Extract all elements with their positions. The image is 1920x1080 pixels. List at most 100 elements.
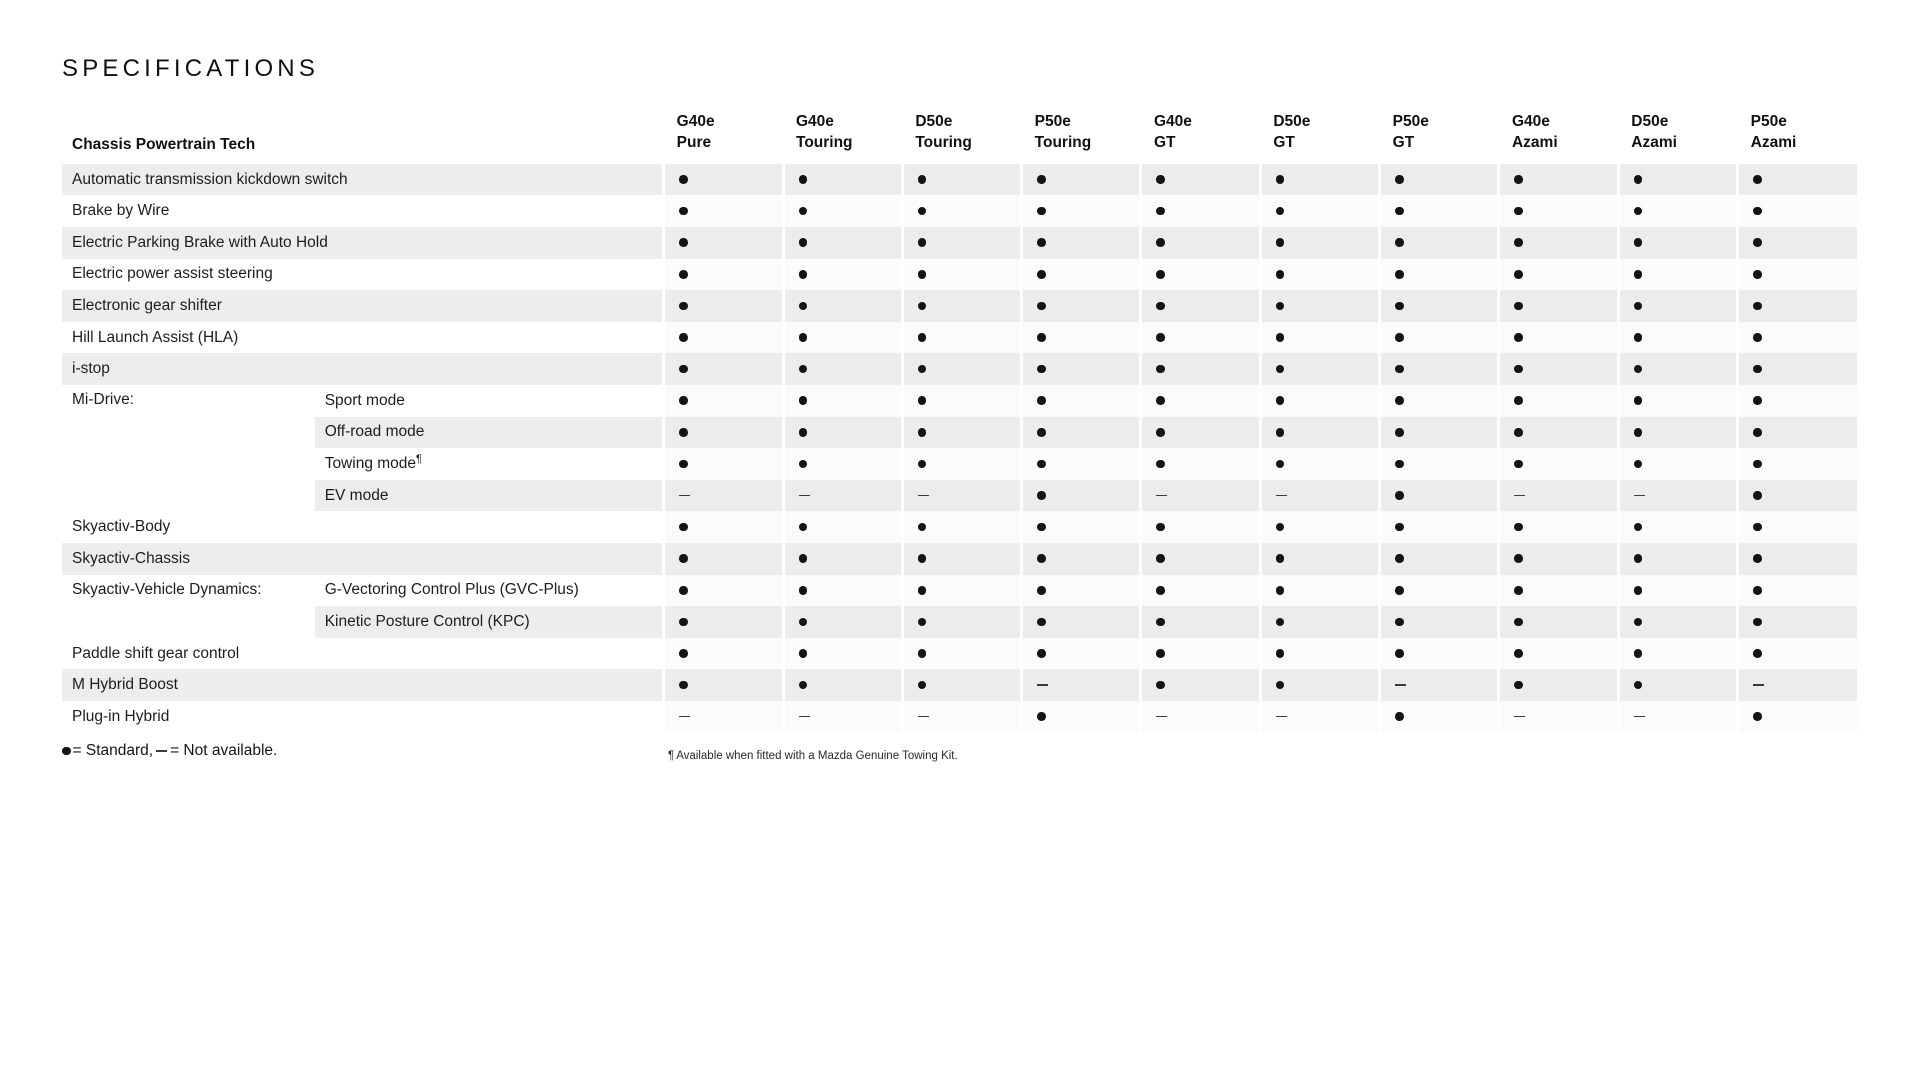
standard-dot-icon [1753, 238, 1762, 247]
standard-dot-icon [1395, 301, 1404, 311]
cell-standard [1020, 606, 1141, 638]
cell-standard [1736, 163, 1857, 196]
standard-dot-icon [1633, 617, 1643, 627]
cell-standard [1258, 448, 1380, 480]
cell-standard [1736, 385, 1857, 417]
standard-dot-icon [1395, 175, 1404, 184]
cell-standard [662, 353, 783, 385]
standard-dot-icon [1275, 396, 1285, 405]
column-header-grade: Pure [676, 133, 712, 151]
standard-dot-icon [917, 586, 927, 595]
standard-dot-icon [1753, 491, 1762, 500]
table-row: Electric Parking Brake with Auto Hold [62, 227, 1857, 259]
cell-standard [1258, 321, 1380, 354]
cell-standard [1378, 163, 1499, 196]
table-row: i-stop [62, 353, 1857, 385]
cell-standard [781, 321, 903, 354]
cell-standard [1139, 195, 1261, 228]
cell-not-available [1736, 669, 1857, 701]
standard-dot-icon [1633, 522, 1643, 532]
cell-standard [1020, 542, 1141, 575]
cell-standard [1258, 227, 1380, 259]
cell-standard [1736, 511, 1857, 543]
cell-standard [781, 574, 903, 607]
standard-dot-icon [1156, 554, 1165, 563]
cell-standard [781, 511, 903, 543]
not-available-dash-icon [1395, 684, 1407, 686]
not-available-dash-icon [1156, 715, 1168, 718]
cell-standard [1497, 606, 1619, 638]
standard-dot-icon [679, 175, 688, 184]
cell-standard [1020, 479, 1141, 512]
table-row: M Hybrid Boost [62, 669, 1857, 701]
standard-dot-icon [1037, 396, 1046, 405]
cell-standard [1616, 290, 1738, 322]
cell-standard [900, 163, 1022, 196]
cell-standard [1497, 290, 1619, 322]
row-sublabel: G-Vectoring Control Plus (GVC-Plus) [314, 574, 664, 607]
cell-standard [900, 385, 1022, 417]
cell-standard [781, 290, 903, 322]
cell-standard [1497, 637, 1619, 670]
standard-dot-icon [1275, 428, 1285, 437]
cell-standard [781, 163, 903, 196]
cell-not-available [1258, 479, 1380, 512]
standard-dot-icon [1395, 270, 1404, 279]
column-header-engine: G40e [1511, 113, 1550, 130]
standard-dot-icon [679, 206, 688, 216]
standard-dot-icon [1156, 175, 1165, 184]
standard-dot-icon [917, 238, 927, 247]
standard-dot-icon [1037, 459, 1046, 469]
standard-dot-icon [1514, 459, 1523, 469]
cell-standard [1616, 258, 1738, 291]
cell-standard [662, 606, 783, 638]
not-available-dash-icon [1275, 494, 1287, 497]
standard-dot-icon [917, 396, 927, 405]
legend-standard-label: = Standard, [72, 742, 154, 759]
standard-dot-icon [1395, 649, 1404, 658]
cell-standard [1497, 353, 1619, 385]
cell-standard [1378, 290, 1499, 322]
cell-standard [1736, 542, 1857, 575]
standard-dot-icon [798, 586, 807, 595]
standard-dot-icon [917, 554, 927, 563]
table-row: Kinetic Posture Control (KPC) [62, 606, 1857, 638]
row-sublabel-text: Sport mode [324, 391, 405, 409]
cell-standard [900, 448, 1022, 480]
cell-standard [1139, 574, 1261, 607]
standard-dot-icon [1275, 175, 1285, 184]
cell-standard [662, 163, 783, 196]
cell-standard [1139, 416, 1261, 449]
row-sublabel-text: Off-road mode [324, 423, 425, 441]
column-header-engine: G40e [676, 113, 715, 130]
standard-dot-icon [798, 617, 807, 627]
column-header-engine: P50e [1392, 113, 1429, 130]
row-label: Electric power assist steering [62, 258, 664, 291]
cell-standard [900, 416, 1022, 449]
row-group-label: Mi-Drive: [62, 385, 315, 512]
cell-standard [1020, 448, 1141, 480]
standard-dot-icon [1037, 206, 1046, 216]
standard-dot-icon [1395, 554, 1404, 563]
cell-standard [781, 448, 903, 480]
cell-standard [1616, 195, 1738, 228]
row-sublabel: Kinetic Posture Control (KPC) [314, 606, 664, 638]
standard-dot-icon [1633, 554, 1643, 563]
cell-standard [1258, 637, 1380, 670]
standard-dot-icon [798, 175, 807, 184]
cell-standard [1616, 227, 1738, 259]
standard-dot-icon [1037, 301, 1046, 311]
cell-standard [1020, 353, 1141, 385]
standard-dot-icon [679, 270, 688, 279]
cell-standard [1736, 574, 1857, 607]
cell-standard [1616, 321, 1738, 354]
cell-standard [1378, 637, 1499, 670]
cell-standard [1139, 542, 1261, 575]
standard-dot-icon [917, 301, 927, 311]
cell-standard [1020, 385, 1141, 417]
cell-standard [1020, 321, 1141, 354]
standard-dot-icon [1395, 333, 1404, 342]
row-sublabel-text: Towing mode [324, 454, 417, 472]
footnote: ¶ Available when fitted with a Mazda Genu… [668, 750, 958, 762]
not-available-dash-icon [917, 715, 929, 718]
